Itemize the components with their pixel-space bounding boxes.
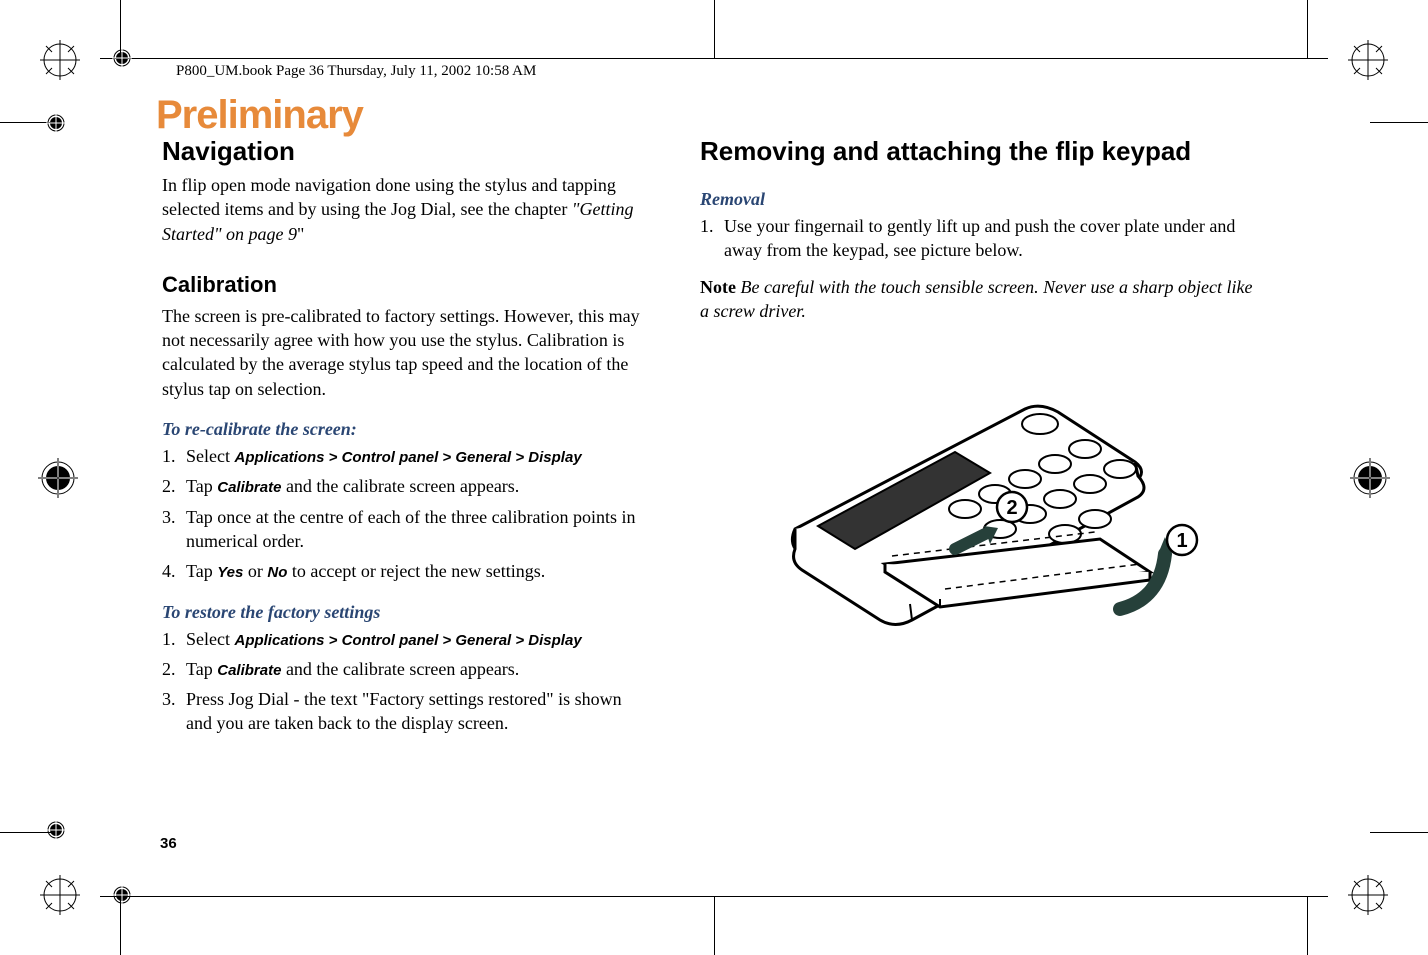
registration-mark-icon [1350, 458, 1390, 498]
heading-restore: To restore the factory settings [162, 602, 642, 623]
step-text: to accept or reject the new settings. [287, 561, 545, 581]
list-item: 3.Tap once at the centre of each of the … [162, 505, 642, 554]
heading-removing-attaching: Removing and attaching the flip keypad [700, 136, 1260, 167]
step-text: Tap [186, 659, 217, 679]
right-column: Removing and attaching the flip keypad R… [700, 136, 1260, 649]
step-text: Tap [186, 561, 217, 581]
registration-mark-icon [112, 885, 132, 905]
registration-mark-icon [1348, 875, 1388, 915]
step-text: Use your fingernail to gently lift up an… [724, 216, 1235, 260]
registration-mark-icon [40, 875, 80, 915]
ui-label: Calibrate [217, 662, 281, 679]
list-item: 1.Select Applications > Control panel > … [162, 444, 642, 468]
recalibrate-steps: 1.Select Applications > Control panel > … [162, 444, 642, 583]
device-flip-keypad-figure: 1 2 [740, 354, 1210, 644]
page-number: 36 [160, 835, 177, 852]
figure-callout-1: 1 [1176, 530, 1187, 552]
note-text: Be careful with the touch sensible scree… [700, 277, 1253, 321]
note-paragraph: Note Be careful with the touch sensible … [700, 275, 1260, 324]
list-item: 2.Tap Calibrate and the calibrate screen… [162, 474, 642, 498]
heading-calibration: Calibration [162, 272, 642, 298]
registration-mark-icon [46, 113, 66, 133]
ui-path: Applications > Control panel > General >… [234, 449, 581, 466]
note-label: Note [700, 277, 736, 297]
step-text: or [243, 561, 267, 581]
figure-callout-2: 2 [1006, 497, 1017, 519]
document-path-header: P800_UM.book Page 36 Thursday, July 11, … [176, 63, 536, 80]
step-text: Tap [186, 476, 217, 496]
registration-mark-icon [40, 40, 80, 80]
registration-mark-icon [112, 48, 132, 68]
crop-line [1370, 122, 1428, 123]
registration-mark-icon [1348, 40, 1388, 80]
ui-label: Yes [217, 564, 243, 581]
preliminary-watermark: Preliminary [156, 93, 363, 138]
step-text: and the calibrate screen appears. [281, 476, 519, 496]
list-item: 1.Use your fingernail to gently lift up … [700, 214, 1260, 263]
step-text: Select [186, 629, 234, 649]
heading-navigation: Navigation [162, 136, 642, 167]
step-text: Select [186, 446, 234, 466]
restore-steps: 1.Select Applications > Control panel > … [162, 627, 642, 736]
left-column: Navigation In flip open mode navigation … [162, 136, 642, 742]
nav-text: In flip open mode navigation done using … [162, 175, 616, 219]
list-item: 1.Select Applications > Control panel > … [162, 627, 642, 651]
crop-line [120, 897, 121, 955]
removal-steps: 1.Use your fingernail to gently lift up … [700, 214, 1260, 263]
nav-text-after: " [297, 224, 304, 244]
step-text: Press Jog Dial - the text "Factory setti… [186, 689, 622, 733]
ui-path: Applications > Control panel > General >… [234, 632, 581, 649]
ui-label: Calibrate [217, 479, 281, 496]
calibration-paragraph: The screen is pre-calibrated to factory … [162, 304, 642, 401]
heading-removal: Removal [700, 189, 1260, 210]
ui-label: No [267, 564, 287, 581]
navigation-paragraph: In flip open mode navigation done using … [162, 173, 642, 246]
list-item: 2.Tap Calibrate and the calibrate screen… [162, 657, 642, 681]
crop-line [1307, 0, 1308, 58]
list-item: 3.Press Jog Dial - the text "Factory set… [162, 687, 642, 736]
page: P800_UM.book Page 36 Thursday, July 11, … [0, 0, 1428, 955]
crop-line [1370, 832, 1428, 833]
step-text: and the calibrate screen appears. [281, 659, 519, 679]
crop-line [1307, 897, 1308, 955]
heading-recalibrate: To re-calibrate the screen: [162, 419, 642, 440]
registration-mark-icon [38, 458, 78, 498]
registration-mark-icon [46, 820, 66, 840]
list-item: 4.Tap Yes or No to accept or reject the … [162, 559, 642, 583]
step-text: Tap once at the centre of each of the th… [186, 507, 636, 551]
